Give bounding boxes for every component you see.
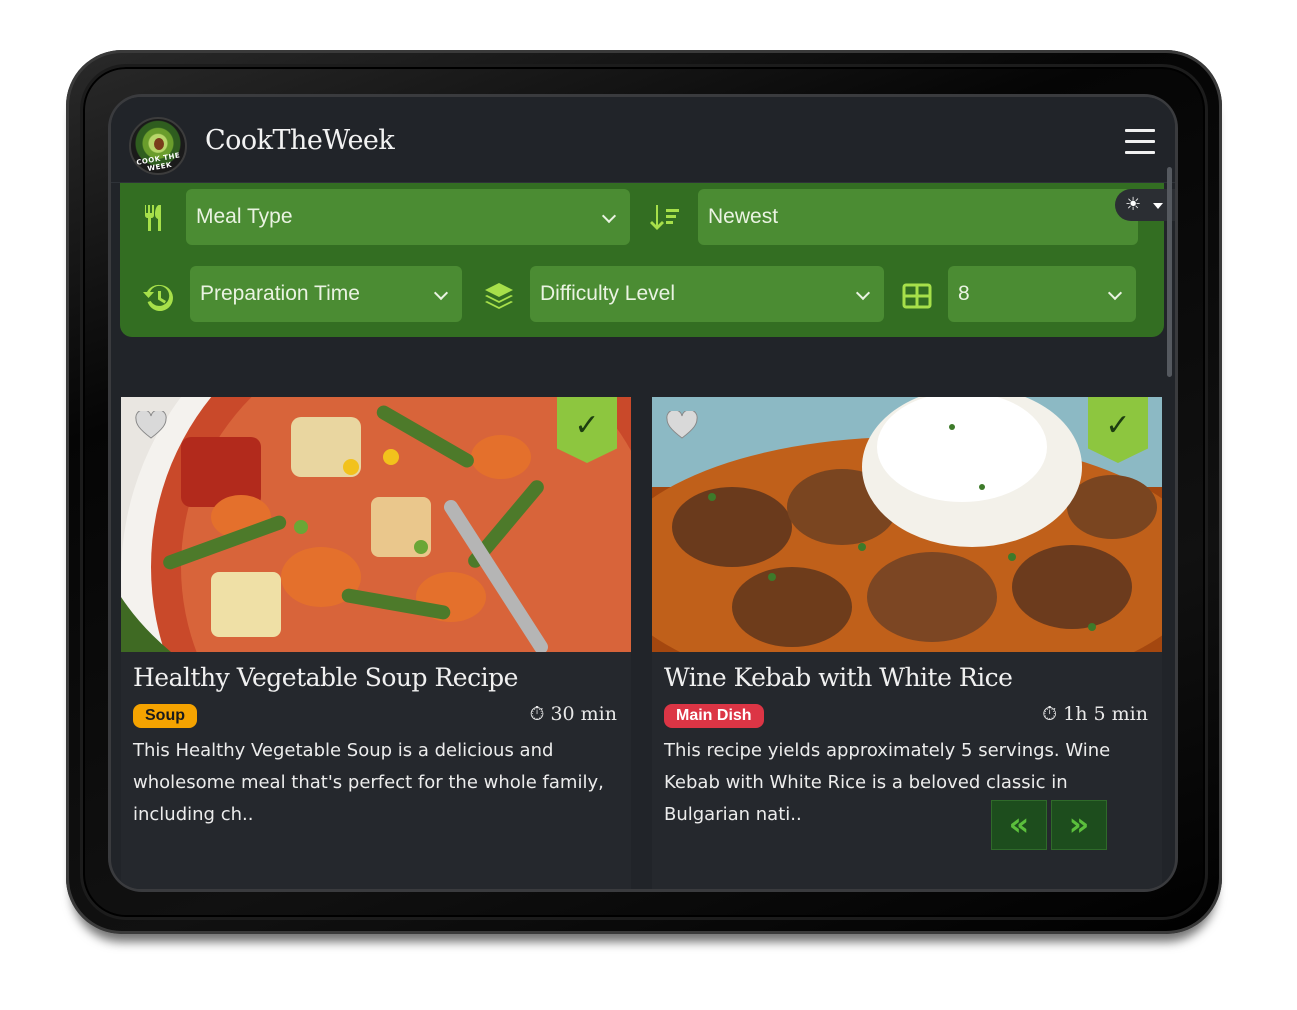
recipe-title[interactable]: Wine Kebab with White Rice: [664, 663, 1013, 692]
scrollbar[interactable]: [1167, 167, 1172, 377]
chevron-down-icon: [1107, 285, 1123, 301]
per-page-select[interactable]: 8: [948, 266, 1136, 322]
preparation-time-label: Preparation Time: [200, 282, 360, 305]
chevron-down-icon: [601, 208, 617, 224]
checkmark-icon: ✓: [574, 408, 600, 443]
tablet-frame: COOK THE WEEK CookTheWeek Meal Type Newe…: [66, 50, 1222, 934]
category-badge: Main Dish: [664, 704, 764, 728]
cook-time: ⏱ 1h 5 min: [1042, 703, 1148, 725]
favorite-heart-icon[interactable]: [666, 409, 698, 439]
per-page-label: 8: [958, 282, 970, 305]
recipe-image-kebab[interactable]: ✓: [652, 397, 1162, 652]
hamburger-menu-icon[interactable]: [1125, 129, 1155, 157]
grid-icon: [900, 280, 934, 314]
caret-down-icon: [1153, 203, 1163, 209]
sort-select[interactable]: Newest: [698, 189, 1138, 245]
recipe-title[interactable]: Healthy Vegetable Soup Recipe: [133, 663, 518, 692]
logo[interactable]: COOK THE WEEK: [129, 117, 187, 175]
chevron-down-icon: [433, 285, 449, 301]
sort-descending-icon: [648, 203, 682, 237]
sun-icon: ☀: [1125, 194, 1142, 215]
recipe-image-soup[interactable]: ✓: [121, 397, 631, 652]
stopwatch-icon: ⏱: [529, 703, 545, 725]
theme-toggle[interactable]: ☀: [1115, 189, 1175, 221]
fork-knife-icon: [138, 203, 172, 237]
cook-time: ⏱ 30 min: [530, 703, 617, 725]
cook-time-value: 30 min: [550, 703, 617, 725]
recipe-description: This Healthy Vegetable Soup is a delicio…: [133, 740, 604, 825]
avocado-pit: [154, 138, 164, 150]
favorite-heart-icon[interactable]: [135, 409, 167, 439]
difficulty-level-label: Difficulty Level: [540, 282, 676, 305]
layers-icon: [482, 280, 516, 314]
sort-label: Newest: [708, 205, 779, 228]
difficulty-level-select[interactable]: Difficulty Level: [530, 266, 884, 322]
brand-name[interactable]: CookTheWeek: [205, 125, 395, 156]
meal-type-select[interactable]: Meal Type: [186, 189, 630, 245]
next-page-button[interactable]: »: [1051, 800, 1107, 850]
preparation-time-select[interactable]: Preparation Time: [190, 266, 462, 322]
cook-time-value: 1h 5 min: [1063, 703, 1148, 725]
previous-page-button[interactable]: «: [991, 800, 1047, 850]
stopwatch-icon: ⏱: [1042, 703, 1058, 725]
recipe-card[interactable]: ✓ Healthy Vegetable Soup Recipe Soup ⏱ 3…: [121, 397, 631, 889]
checkmark-icon: ✓: [1105, 408, 1131, 443]
chevron-down-icon: [855, 285, 871, 301]
logo-text: COOK THE WEEK: [135, 151, 181, 174]
meal-type-label: Meal Type: [196, 205, 293, 228]
navbar: COOK THE WEEK CookTheWeek: [111, 97, 1175, 183]
screen: COOK THE WEEK CookTheWeek Meal Type Newe…: [111, 97, 1175, 889]
history-clock-icon: [142, 282, 176, 316]
category-badge: Soup: [133, 704, 197, 728]
